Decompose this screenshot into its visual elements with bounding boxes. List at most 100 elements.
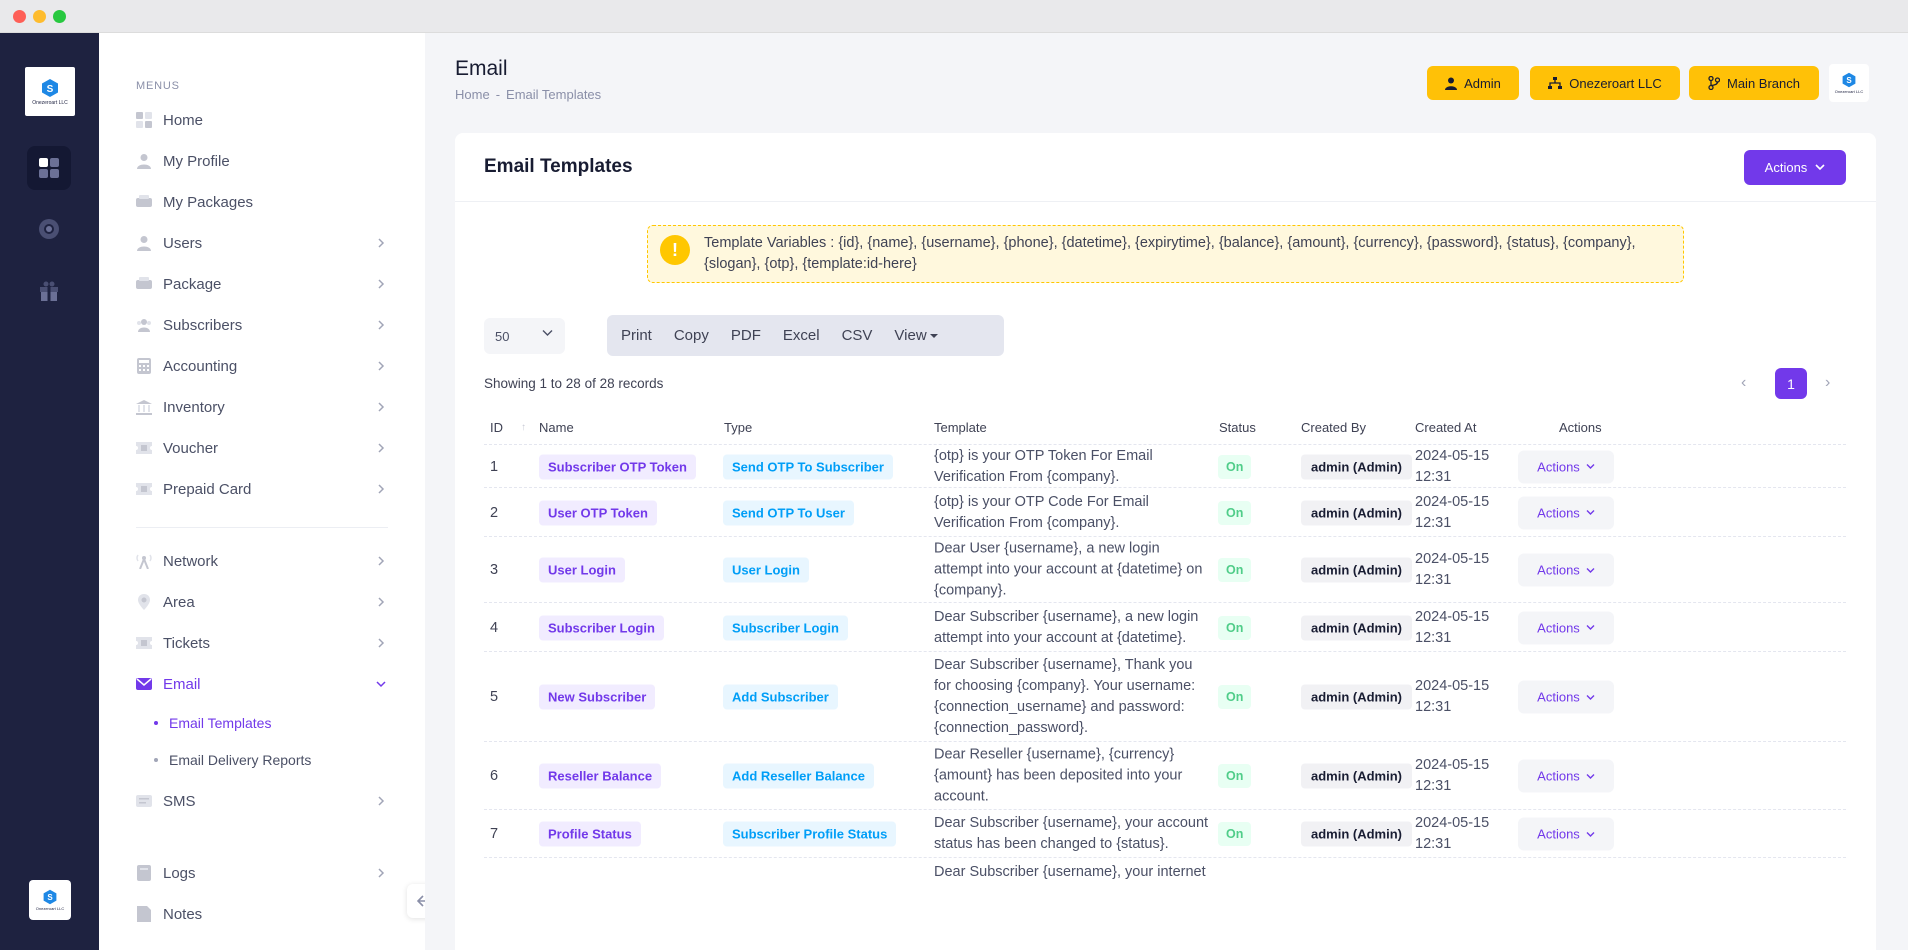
rail-logo-caption: Onezeroart LLC: [32, 99, 68, 106]
chevron-down-icon: [1586, 831, 1595, 837]
column-header-name[interactable]: Name: [539, 420, 574, 435]
breadcrumb-home-link[interactable]: Home: [455, 87, 490, 102]
chevron-down-icon: [542, 330, 553, 336]
company-button-label: Onezeroart LLC: [1569, 75, 1662, 91]
row-created-by-badge: admin (Admin): [1301, 763, 1412, 789]
row-type-badge: Send OTP To Subscriber: [723, 454, 893, 479]
sort-icon[interactable]: ↑: [521, 422, 526, 433]
column-header-created-at[interactable]: Created At: [1415, 420, 1476, 435]
sidebar-item-label: SMS: [163, 792, 196, 810]
page-title: Email: [455, 57, 508, 80]
chevron-down-icon: [1586, 773, 1595, 779]
sidebar-item-label: Logs: [163, 864, 196, 882]
sidebar-item-logs[interactable]: Logs: [136, 858, 388, 888]
excel-button[interactable]: Excel: [772, 315, 831, 356]
sidebar-item-my-packages[interactable]: My Packages: [136, 187, 388, 217]
row-actions-button[interactable]: Actions: [1518, 817, 1614, 851]
sidebar-item-tickets[interactable]: Tickets: [136, 628, 388, 658]
branch-button[interactable]: Main Branch: [1689, 66, 1819, 100]
sidebar-item-email[interactable]: Email: [136, 669, 388, 699]
caret-down-icon: [929, 333, 938, 338]
row-actions-label: Actions: [1537, 826, 1580, 842]
pagination-prev-button[interactable]: ‹: [1741, 374, 1746, 392]
home-grid-icon: [136, 112, 152, 128]
table-row: 7 Profile Status Subscriber Profile Stat…: [484, 811, 1846, 858]
column-header-id[interactable]: ID: [490, 420, 503, 435]
pdf-button[interactable]: PDF: [720, 315, 772, 356]
row-created-by-badge: admin (Admin): [1301, 500, 1412, 525]
minimize-window-button[interactable]: [33, 10, 46, 23]
sidebar-item-users[interactable]: Users: [136, 228, 388, 258]
row-actions-button[interactable]: Actions: [1518, 450, 1614, 483]
column-header-created-by[interactable]: Created By: [1301, 420, 1366, 435]
column-header-template[interactable]: Template: [934, 420, 987, 435]
admin-button[interactable]: Admin: [1427, 66, 1519, 100]
records-info: Showing 1 to 28 of 28 records: [484, 376, 664, 391]
print-button[interactable]: Print: [610, 315, 663, 356]
row-status-badge: On: [1218, 685, 1252, 709]
row-actions-button[interactable]: Actions: [1518, 611, 1614, 644]
sidebar-item-home[interactable]: Home: [136, 105, 388, 135]
card-actions-label: Actions: [1764, 160, 1808, 175]
pagination-next-button[interactable]: ›: [1825, 374, 1830, 392]
rail-settings-button[interactable]: [27, 207, 71, 251]
icon-rail: S Onezeroart LLC S Onezeroart LLC: [0, 33, 99, 950]
chevron-down-icon: [1586, 567, 1595, 573]
row-name-badge: Subscriber Login: [539, 615, 664, 640]
sidebar-item-label: Voucher: [163, 439, 219, 457]
chevron-down-icon: [1586, 625, 1595, 630]
column-header-type[interactable]: Type: [724, 420, 752, 435]
sidebar-item-sms[interactable]: SMS: [136, 786, 388, 816]
rail-logo[interactable]: S Onezeroart LLC: [25, 67, 75, 116]
message-icon: [136, 793, 152, 809]
row-template-text: Dear Subscriber {username}, a new login …: [934, 608, 1199, 646]
rail-dashboard-button[interactable]: [27, 146, 71, 190]
row-id: 3: [490, 562, 499, 578]
copy-label: Copy: [673, 327, 709, 344]
sidebar-item-my-profile[interactable]: My Profile: [136, 146, 388, 176]
sidebar-item-package[interactable]: Package: [136, 269, 388, 299]
avatar-caption: Onezeroart LLC: [1834, 89, 1864, 94]
company-button[interactable]: Onezeroart LLC: [1530, 66, 1680, 100]
row-actions-button[interactable]: Actions: [1518, 496, 1614, 529]
page-size-select[interactable]: 50: [484, 318, 565, 354]
sidebar-item-notes[interactable]: Notes: [136, 899, 388, 929]
row-actions-button[interactable]: Actions: [1518, 759, 1614, 793]
column-header-status[interactable]: Status: [1219, 420, 1256, 435]
sidebar-item-inventory[interactable]: Inventory: [136, 392, 388, 422]
csv-button[interactable]: CSV: [831, 315, 884, 356]
sidebar-item-prepaid-card[interactable]: Prepaid Card: [136, 474, 388, 504]
sidebar-item-network[interactable]: Network: [136, 546, 388, 576]
row-id: 7: [490, 826, 499, 842]
page-size-value: 50: [495, 328, 510, 344]
card-actions-button[interactable]: Actions: [1744, 150, 1846, 185]
chevron-right-icon: [374, 359, 388, 373]
svg-text:S: S: [47, 893, 53, 902]
sidebar-item-accounting[interactable]: Accounting: [136, 351, 388, 381]
bullet-icon: [154, 721, 158, 725]
user-icon: [136, 153, 152, 169]
sidebar-subitem-label: Email Templates: [169, 715, 272, 731]
rail-gift-button[interactable]: [27, 269, 71, 313]
sidebar-item-area[interactable]: Area: [136, 587, 388, 617]
pagination-page-1[interactable]: 1: [1775, 368, 1807, 399]
row-actions-button[interactable]: Actions: [1518, 680, 1614, 714]
chevron-down-icon: [1586, 464, 1595, 469]
rail-bottom-logo[interactable]: S Onezeroart LLC: [29, 880, 71, 920]
view-dropdown-button[interactable]: View: [883, 315, 948, 356]
close-window-button[interactable]: [13, 10, 26, 23]
row-status-badge: On: [1218, 615, 1252, 640]
copy-button[interactable]: Copy: [663, 315, 720, 356]
maximize-window-button[interactable]: [53, 10, 66, 23]
row-actions-button[interactable]: Actions: [1518, 553, 1614, 587]
sidebar-item-subscribers[interactable]: Subscribers: [136, 310, 388, 340]
row-name-badge: Profile Status: [539, 821, 641, 847]
row-type-badge: Subscriber Login: [723, 615, 848, 640]
chevron-right-icon: [374, 636, 388, 650]
table-row: 6 Reseller Balance Add Reseller Balance …: [484, 743, 1846, 810]
user-avatar[interactable]: S Onezeroart LLC: [1829, 64, 1869, 102]
sidebar-item-voucher[interactable]: Voucher: [136, 433, 388, 463]
sidebar-subitem-email-delivery-reports[interactable]: Email Delivery Reports: [154, 748, 311, 772]
sidebar-subitem-email-templates[interactable]: Email Templates: [154, 711, 271, 735]
book-icon: [136, 865, 152, 881]
